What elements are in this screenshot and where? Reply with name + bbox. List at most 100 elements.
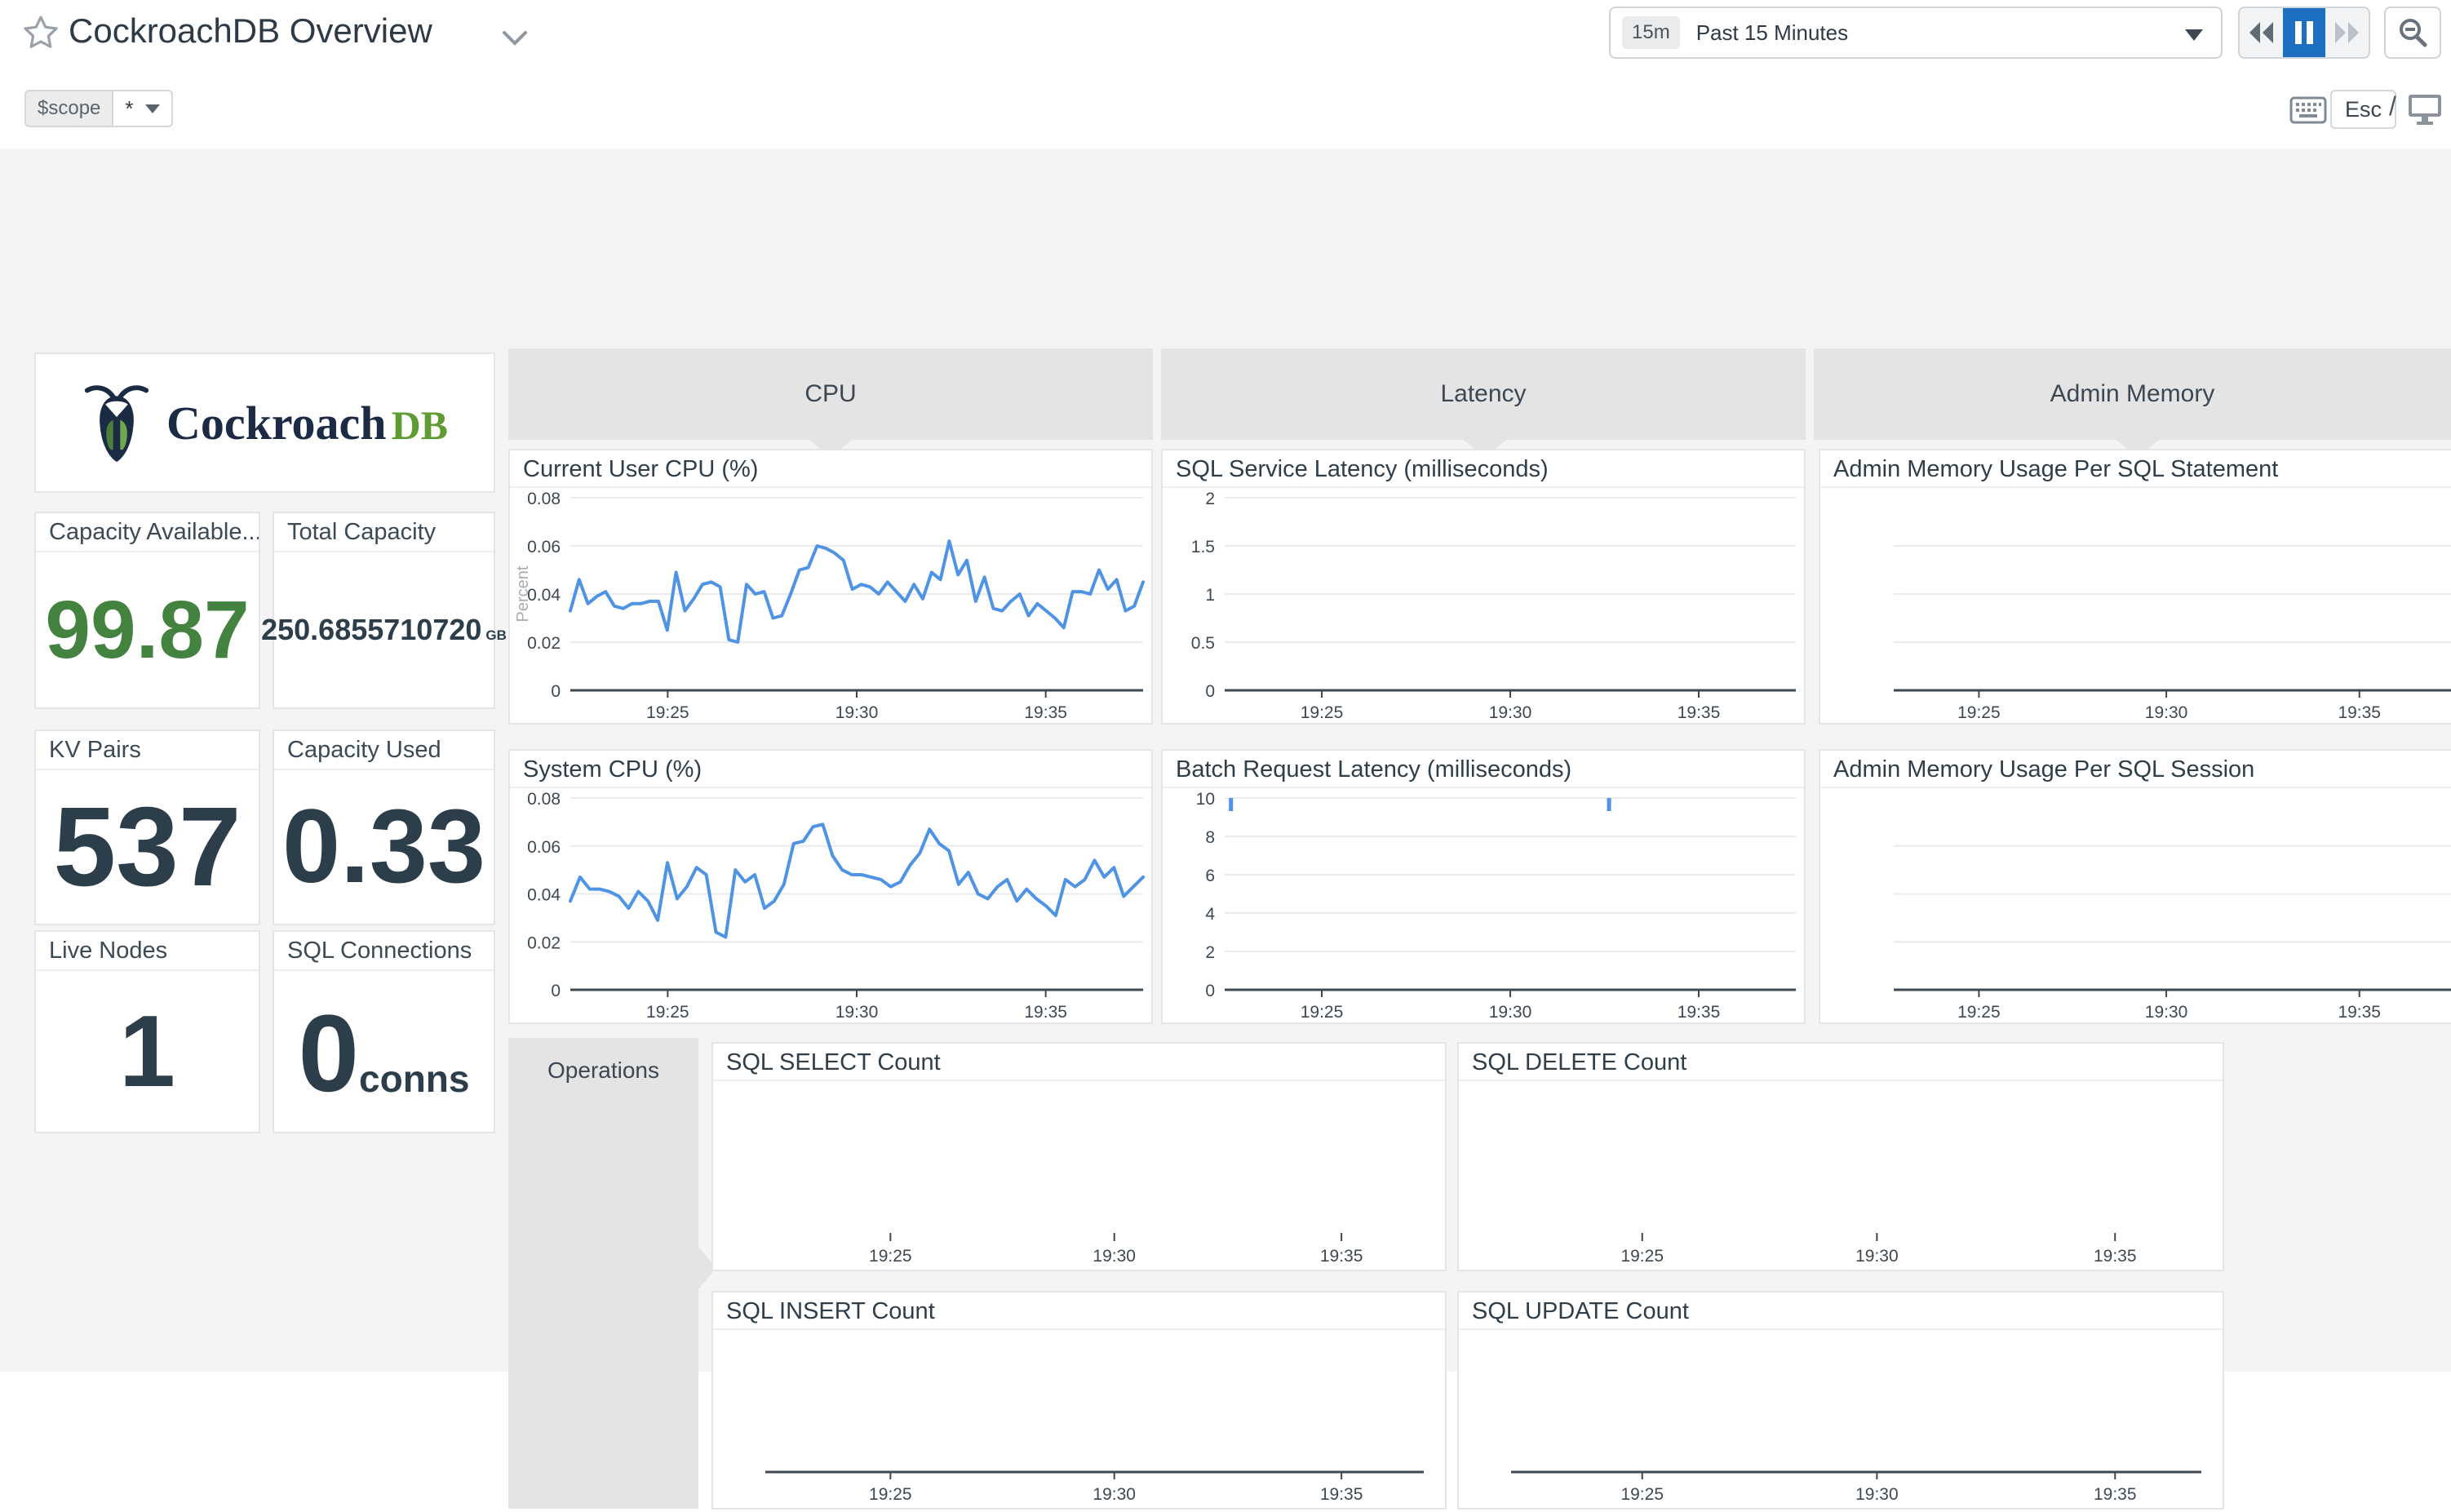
- logo-wordmark: Cockroach: [166, 397, 387, 450]
- pause-icon: [2294, 20, 2315, 45]
- svg-text:0.06: 0.06: [527, 838, 561, 857]
- svg-text:19:25: 19:25: [646, 703, 689, 722]
- group-header-cpu[interactable]: CPU: [508, 348, 1153, 440]
- stat-unit: GB: [485, 627, 507, 644]
- chart-plot-area[interactable]: 19:2519:3019:35: [713, 1330, 1445, 1508]
- dashboard-canvas: CockroachDB Capacity Available... 99.87 …: [0, 149, 2451, 1372]
- chart-widget-sql-insert-count[interactable]: SQL INSERT Count 19:2519:3019:35: [711, 1291, 1447, 1510]
- svg-text:0.08: 0.08: [527, 790, 561, 809]
- stat-value: 1: [119, 1001, 175, 1102]
- stat-card-capacity-available[interactable]: Capacity Available... 99.87: [34, 512, 260, 709]
- scope-value-text: *: [125, 96, 133, 122]
- svg-text:19:25: 19:25: [1301, 1003, 1344, 1022]
- chart-title: Current User CPU (%): [510, 450, 1151, 488]
- chart-widget-sql-select-count[interactable]: SQL SELECT Count 19:2519:3019:35: [711, 1042, 1447, 1271]
- favorite-star-icon[interactable]: [21, 13, 60, 52]
- stat-value: 0: [299, 1000, 360, 1109]
- scope-chevron-down-icon: [145, 104, 160, 113]
- chart-widget-current-user-cpu[interactable]: Current User CPU (%) 0.080.060.040.02019…: [508, 449, 1153, 725]
- svg-text:19:35: 19:35: [1678, 703, 1721, 722]
- svg-text:0.02: 0.02: [527, 933, 561, 952]
- svg-text:2: 2: [1205, 943, 1215, 962]
- svg-text:19:35: 19:35: [2094, 1247, 2137, 1266]
- title-menu-chevron-down-icon[interactable]: [501, 29, 529, 47]
- svg-text:19:35: 19:35: [1024, 1003, 1067, 1022]
- svg-text:1.5: 1.5: [1191, 538, 1215, 556]
- group-header-operations[interactable]: Operations: [508, 1038, 698, 1509]
- svg-text:Percent: Percent: [514, 565, 532, 622]
- svg-text:19:35: 19:35: [2094, 1485, 2137, 1504]
- stat-card-sql-connections[interactable]: SQL Connections 0 conns: [273, 930, 495, 1133]
- stat-title: KV Pairs: [36, 731, 259, 770]
- zoom-out-button[interactable]: [2384, 7, 2441, 59]
- chart-widget-admin-memory-statement[interactable]: Admin Memory Usage Per SQL Statement 19:…: [1819, 449, 2451, 725]
- shortcut-separator: /: [2389, 91, 2396, 122]
- stat-title: SQL Connections: [274, 932, 494, 971]
- chart-title: Admin Memory Usage Per SQL Session: [1820, 751, 2451, 788]
- chart-plot-area[interactable]: 19:2519:3019:35: [1459, 1330, 2223, 1508]
- fullscreen-monitor-icon[interactable]: [2407, 93, 2443, 126]
- stat-title: Capacity Used: [274, 731, 494, 770]
- group-label: CPU: [508, 348, 1153, 440]
- chart-widget-admin-memory-session[interactable]: Admin Memory Usage Per SQL Session 19:25…: [1819, 749, 2451, 1024]
- chart-title: SQL INSERT Count: [713, 1293, 1445, 1330]
- stat-title: Total Capacity: [274, 513, 494, 552]
- pause-button[interactable]: [2283, 8, 2326, 57]
- time-range-label: Past 15 Minutes: [1696, 20, 1848, 46]
- chart-plot-area[interactable]: 19:2519:3019:35: [1820, 788, 2451, 1022]
- group-label: Admin Memory: [1814, 348, 2451, 440]
- time-picker-chevron-down-icon: [2185, 29, 2203, 41]
- svg-text:0: 0: [551, 982, 561, 1000]
- chart-widget-sql-delete-count[interactable]: SQL DELETE Count 19:2519:3019:35: [1457, 1042, 2224, 1271]
- chart-plot-area[interactable]: 19:2519:3019:35: [713, 1081, 1445, 1270]
- svg-text:19:25: 19:25: [1957, 1003, 2001, 1022]
- chart-plot-area[interactable]: 19:2519:3019:35: [1820, 488, 2451, 723]
- stat-card-live-nodes[interactable]: Live Nodes 1: [34, 930, 260, 1133]
- chart-plot-area[interactable]: 108642019:2519:3019:35: [1163, 788, 1804, 1022]
- chart-plot-area[interactable]: 19:25 19:30 19:35: [1459, 1081, 2223, 1270]
- svg-text:19:35: 19:35: [1678, 1003, 1721, 1022]
- fast-forward-icon: [2334, 20, 2361, 45]
- time-backward-button[interactable]: [2240, 8, 2283, 57]
- chart-plot-area[interactable]: 21.510.5019:2519:3019:35: [1163, 488, 1804, 723]
- svg-text:6: 6: [1205, 867, 1215, 885]
- svg-text:10: 10: [1196, 790, 1215, 809]
- cockroach-bug-icon: [82, 380, 152, 465]
- chart-plot-area[interactable]: 0.080.060.040.02019:2519:3019:35Percent: [510, 488, 1151, 723]
- stat-value: 0.33: [282, 795, 485, 899]
- stat-card-kv-pairs[interactable]: KV Pairs 537: [34, 729, 260, 925]
- svg-text:19:30: 19:30: [1489, 703, 1532, 722]
- chart-title: Admin Memory Usage Per SQL Statement: [1820, 450, 2451, 488]
- chart-title: Batch Request Latency (milliseconds): [1163, 751, 1804, 788]
- stat-card-total-capacity[interactable]: Total Capacity 250.6855710720 GB: [273, 512, 495, 709]
- svg-text:19:25: 19:25: [1620, 1247, 1664, 1266]
- keyboard-shortcuts-icon[interactable]: [2289, 96, 2327, 124]
- scope-variable-value[interactable]: *: [112, 90, 172, 127]
- template-variable-scope[interactable]: $scope *: [24, 90, 173, 127]
- time-range-badge: 15m: [1622, 16, 1680, 49]
- chart-widget-batch-request-latency[interactable]: Batch Request Latency (milliseconds) 108…: [1161, 749, 1806, 1024]
- chart-plot-area[interactable]: 0.080.060.040.02019:2519:3019:35: [510, 788, 1151, 1022]
- svg-text:19:30: 19:30: [1855, 1247, 1899, 1266]
- time-forward-button[interactable]: [2325, 8, 2369, 57]
- chart-widget-sql-service-latency[interactable]: SQL Service Latency (milliseconds) 21.51…: [1161, 449, 1806, 725]
- svg-text:19:30: 19:30: [2145, 1003, 2188, 1022]
- logo-db-text: DB: [392, 402, 448, 448]
- svg-text:19:25: 19:25: [1301, 703, 1344, 722]
- chart-widget-sql-update-count[interactable]: SQL UPDATE Count 19:2519:3019:35: [1457, 1291, 2224, 1510]
- stat-value: 250.6855710720: [261, 615, 481, 645]
- svg-text:0: 0: [1205, 682, 1215, 701]
- group-header-admin-memory[interactable]: Admin Memory: [1814, 348, 2451, 440]
- stat-card-capacity-used[interactable]: Capacity Used 0.33: [273, 729, 495, 925]
- esc-key-button[interactable]: Esc: [2330, 90, 2396, 129]
- group-label: Latency: [1161, 348, 1806, 440]
- svg-text:19:30: 19:30: [1093, 1485, 1136, 1504]
- group-header-latency[interactable]: Latency: [1161, 348, 1806, 440]
- svg-text:0.04: 0.04: [527, 586, 561, 605]
- svg-text:19:25: 19:25: [1957, 703, 2001, 722]
- scope-variable-name: $scope: [24, 90, 112, 127]
- stat-value: 537: [53, 791, 241, 903]
- chart-widget-system-cpu[interactable]: System CPU (%) 0.080.060.040.02019:2519:…: [508, 749, 1153, 1024]
- time-range-picker[interactable]: 15m Past 15 Minutes: [1609, 7, 2223, 59]
- svg-text:0: 0: [551, 682, 561, 701]
